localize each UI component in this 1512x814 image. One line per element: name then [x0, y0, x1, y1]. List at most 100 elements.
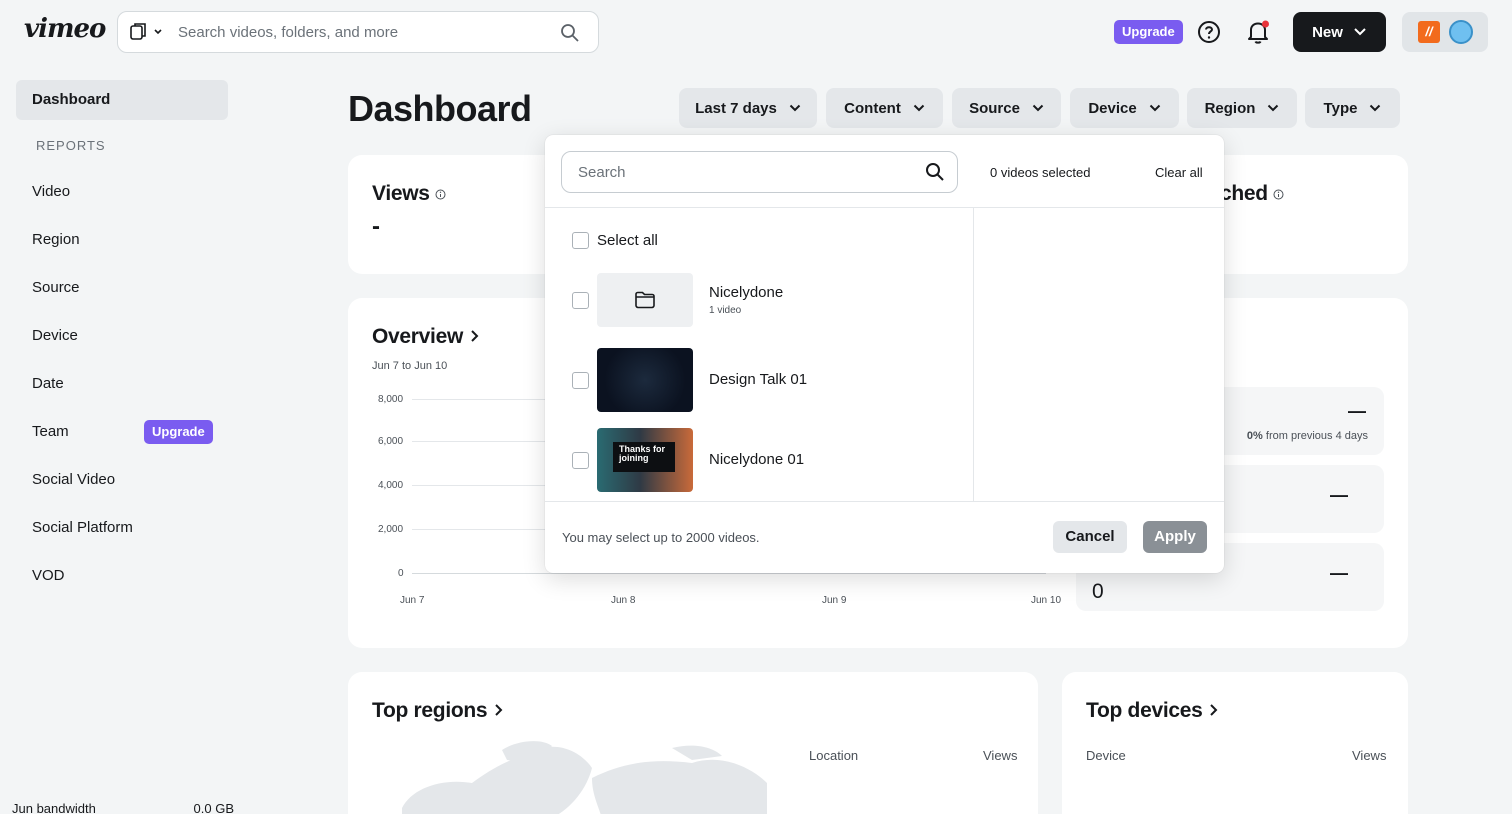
bandwidth-usage: Jun bandwidth 0.0 GB — [12, 801, 234, 814]
item-name: Nicelydone 01 — [709, 451, 805, 468]
y-tick-label: 0 — [398, 568, 404, 579]
search-input[interactable]: Search videos, folders, and more — [178, 24, 398, 41]
item-checkbox[interactable] — [572, 372, 589, 389]
chevron-right-icon — [470, 330, 478, 342]
overview-title[interactable]: Overview — [372, 325, 481, 349]
apply-button[interactable]: Apply — [1143, 521, 1207, 553]
item-checkbox[interactable] — [572, 452, 589, 469]
item-name: Design Talk 01 — [709, 371, 808, 388]
info-icon[interactable] — [1273, 189, 1284, 200]
stat-value: — — [1348, 401, 1366, 421]
sidebar-item-video[interactable]: Video — [32, 183, 70, 200]
thumbnail-caption: Thanks for joining — [613, 442, 675, 472]
global-search-bar[interactable]: Search videos, folders, and more — [117, 11, 599, 53]
upgrade-button[interactable]: Upgrade — [1114, 20, 1183, 44]
sidebar-section-reports: REPORTS — [36, 138, 106, 153]
top-devices-title[interactable]: Top devices — [1086, 699, 1220, 723]
team-upgrade-badge[interactable]: Upgrade — [144, 420, 213, 444]
top-regions-card: Top regions Location Views — [348, 672, 1038, 814]
watched-title: ched — [1220, 182, 1284, 206]
content-picker-dropdown: Search 0 videos selected Clear all Selec… — [545, 135, 1224, 573]
filter-label: Type — [1323, 99, 1358, 117]
page-title: Dashboard — [348, 88, 532, 129]
filter-label: Last 7 days — [695, 99, 777, 117]
x-tick-label: Jun 9 — [822, 595, 847, 606]
select-all-checkbox[interactable] — [572, 232, 589, 249]
filter-type[interactable]: Type — [1305, 88, 1400, 128]
chevron-right-icon — [495, 704, 503, 716]
sidebar-item-source[interactable]: Source — [32, 279, 80, 296]
column-header-views: Views — [983, 748, 1018, 763]
folder-thumbnail — [597, 273, 693, 327]
avatar — [1449, 20, 1473, 44]
filter-label: Content — [844, 99, 901, 117]
gridline — [412, 485, 546, 486]
content-search-input[interactable]: Search — [578, 164, 626, 181]
new-button[interactable]: New — [1293, 12, 1386, 52]
sidebar-item-region[interactable]: Region — [32, 231, 80, 248]
item-checkbox[interactable] — [572, 292, 589, 309]
world-map — [402, 741, 767, 814]
views-title: Views — [372, 182, 446, 206]
info-icon[interactable] — [435, 189, 446, 200]
sidebar-item-device[interactable]: Device — [32, 327, 78, 344]
filter-date-range[interactable]: Last 7 days — [679, 88, 817, 128]
gridline — [412, 399, 546, 400]
x-tick-label: Jun 8 — [611, 595, 636, 606]
overview-date-range: Jun 7 to Jun 10 — [372, 360, 448, 372]
team-brand-icon: // — [1418, 21, 1440, 43]
divider — [973, 207, 974, 501]
select-all-label[interactable]: Select all — [597, 232, 658, 249]
top-regions-title[interactable]: Top regions — [372, 699, 505, 723]
sidebar-item-dashboard[interactable]: Dashboard — [16, 80, 228, 120]
item-count: 1 video — [709, 305, 742, 316]
filter-content[interactable]: Content — [826, 88, 943, 128]
sidebar: Dashboard REPORTS Video Region Source De… — [0, 64, 250, 814]
column-header-views: Views — [1352, 748, 1387, 763]
stat-change-text: from previous 4 days — [1265, 430, 1368, 442]
gridline — [412, 529, 546, 530]
account-menu[interactable]: // — [1402, 12, 1488, 52]
filter-source[interactable]: Source — [952, 88, 1061, 128]
filter-region[interactable]: Region — [1187, 88, 1297, 128]
chevron-down-icon — [913, 104, 925, 112]
clear-all-button[interactable]: Clear all — [1155, 165, 1203, 180]
vimeo-logo[interactable]: vimeo — [24, 14, 106, 44]
search-scope-dropdown[interactable] — [130, 22, 166, 42]
divider — [545, 501, 1224, 502]
stat-value: — — [1330, 485, 1348, 505]
sidebar-item-vod[interactable]: VOD — [32, 567, 65, 584]
sidebar-item-date[interactable]: Date — [32, 375, 64, 392]
sidebar-item-team[interactable]: Team — [32, 423, 69, 440]
x-axis-line — [412, 573, 1046, 574]
chevron-down-icon — [1032, 104, 1044, 112]
y-tick-label: 8,000 — [378, 394, 404, 405]
bandwidth-label: Jun bandwidth — [12, 801, 96, 814]
content-search-field[interactable]: Search — [561, 151, 958, 193]
x-tick-label: Jun 7 — [400, 595, 425, 606]
sidebar-item-social-platform[interactable]: Social Platform — [32, 519, 133, 536]
search-icon[interactable] — [925, 162, 945, 182]
filter-device[interactable]: Device — [1070, 88, 1179, 128]
chevron-down-icon — [1268, 104, 1279, 112]
filter-label: Device — [1088, 99, 1137, 117]
chevron-down-icon — [1370, 104, 1381, 112]
chevron-down-icon — [1149, 104, 1160, 112]
column-header-device: Device — [1086, 748, 1126, 763]
bandwidth-value: 0.0 GB — [193, 801, 234, 814]
sidebar-item-social-video[interactable]: Social Video — [32, 471, 115, 488]
y-tick-label: 2,000 — [378, 524, 404, 535]
filter-label: Region — [1204, 99, 1256, 117]
stat-change-percent: 0% — [1246, 430, 1263, 442]
y-tick-label: 6,000 — [378, 436, 404, 447]
help-icon[interactable] — [1197, 20, 1221, 44]
chevron-down-icon — [1354, 28, 1366, 36]
chevron-down-icon — [789, 104, 801, 112]
notification-bell-icon[interactable] — [1246, 19, 1270, 45]
filter-label: Source — [969, 99, 1020, 117]
gridline — [412, 441, 546, 442]
search-icon[interactable] — [560, 23, 580, 43]
stat-count: 0 — [1092, 580, 1104, 603]
new-button-label: New — [1312, 23, 1343, 41]
cancel-button[interactable]: Cancel — [1053, 521, 1127, 553]
